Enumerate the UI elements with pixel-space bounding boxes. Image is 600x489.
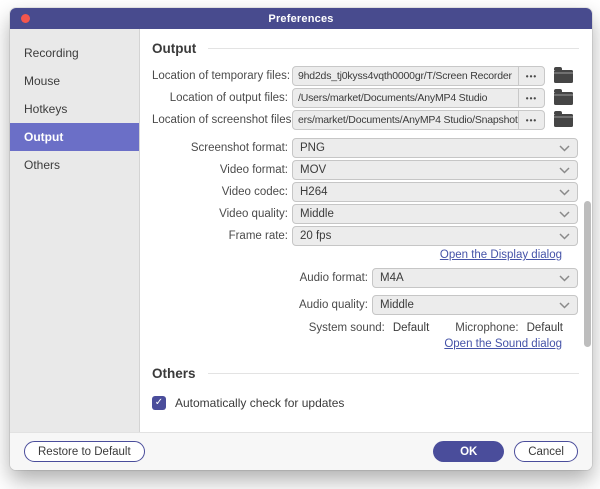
sidebar: Recording Mouse Hotkeys Output Others	[10, 29, 140, 432]
screenshot-files-label: Location of screenshot files:	[152, 114, 295, 126]
close-window-button[interactable]	[21, 14, 30, 23]
audio-quality-value: Middle	[380, 299, 414, 311]
temp-files-row: Location of temporary files: 9hd2ds_tj0k…	[152, 66, 579, 86]
screenshot-files-row: Location of screenshot files: ers/market…	[152, 110, 579, 130]
chevron-down-icon	[559, 144, 577, 152]
restore-to-default-button[interactable]: Restore to Default	[24, 441, 145, 462]
chevron-down-icon	[559, 166, 577, 174]
sidebar-item-hotkeys[interactable]: Hotkeys	[10, 95, 139, 123]
open-sound-dialog-link[interactable]: Open the Sound dialog	[444, 338, 562, 350]
video-format-value: MOV	[300, 164, 327, 176]
audio-format-select[interactable]: M4A	[372, 268, 578, 288]
chevron-down-icon	[559, 301, 577, 309]
cancel-button[interactable]: Cancel	[514, 441, 578, 462]
microphone-label: Microphone:	[455, 322, 519, 334]
dialog-footer: Restore to Default OK Cancel	[10, 432, 592, 470]
output-files-path-field[interactable]: /Users/market/Documents/AnyMP4 Studio ••…	[292, 88, 545, 108]
video-quality-label: Video quality:	[219, 208, 288, 220]
others-section-title: Others	[152, 366, 196, 381]
temp-files-folder-icon[interactable]	[554, 66, 573, 83]
temp-files-path-field[interactable]: 9hd2ds_tj0kyss4vqth0000gr/T/Screen Recor…	[292, 66, 545, 86]
video-quality-row: Video quality: Middle	[152, 204, 579, 224]
video-codec-label: Video codec:	[221, 186, 288, 198]
output-files-browse-button[interactable]: •••	[518, 89, 544, 107]
chevron-down-icon	[559, 188, 577, 196]
output-settings-panel: Output Location of temporary files: 9hd2…	[140, 29, 592, 432]
system-sound-label: System sound:	[308, 322, 385, 334]
screenshot-format-label: Screenshot format:	[190, 142, 288, 154]
audio-format-label: Audio format:	[299, 272, 368, 284]
output-files-folder-icon[interactable]	[554, 88, 573, 105]
chevron-down-icon	[559, 210, 577, 218]
output-section-header: Output	[152, 41, 579, 56]
video-codec-value: H264	[300, 186, 328, 198]
video-format-select[interactable]: MOV	[292, 160, 578, 180]
temp-files-path-value: 9hd2ds_tj0kyss4vqth0000gr/T/Screen Recor…	[298, 70, 512, 82]
output-section-title: Output	[152, 41, 197, 56]
frame-rate-label: Frame rate:	[228, 230, 288, 242]
preferences-window: Preferences Recording Mouse Hotkeys Outp…	[10, 8, 592, 470]
audio-quality-row: Audio quality: Middle	[152, 295, 579, 315]
temp-files-browse-button[interactable]: •••	[518, 67, 544, 85]
screenshot-format-row: Screenshot format: PNG	[152, 138, 579, 158]
frame-rate-row: Frame rate: 20 fps	[152, 226, 579, 246]
title-bar[interactable]: Preferences	[10, 8, 592, 29]
screenshot-format-select[interactable]: PNG	[292, 138, 578, 158]
section-divider	[208, 48, 579, 49]
sidebar-item-output[interactable]: Output	[10, 123, 139, 151]
video-quality-select[interactable]: Middle	[292, 204, 578, 224]
output-files-row: Location of output files: /Users/market/…	[152, 88, 579, 108]
audio-format-row: Audio format: M4A	[152, 268, 579, 288]
screenshot-files-path-field[interactable]: ers/market/Documents/AnyMP4 Studio/Snaps…	[292, 110, 545, 130]
screenshot-files-folder-icon[interactable]	[554, 110, 573, 127]
chevron-down-icon	[559, 232, 577, 240]
frame-rate-value: 20 fps	[300, 230, 332, 242]
temp-files-label: Location of temporary files:	[152, 70, 291, 82]
auto-update-checkbox[interactable]: ✓	[152, 396, 166, 410]
ok-button[interactable]: OK	[433, 441, 505, 462]
video-quality-value: Middle	[300, 208, 334, 220]
video-codec-row: Video codec: H264	[152, 182, 579, 202]
screenshot-files-path-value: ers/market/Documents/AnyMP4 Studio/Snaps…	[298, 114, 518, 126]
audio-format-value: M4A	[380, 272, 404, 284]
sound-status-row: System sound: Default Microphone: Defaul…	[152, 322, 579, 334]
frame-rate-select[interactable]: 20 fps	[292, 226, 578, 246]
chevron-down-icon	[559, 274, 577, 282]
audio-quality-select[interactable]: Middle	[372, 295, 578, 315]
audio-quality-label: Audio quality:	[298, 299, 368, 311]
microphone-value: Default	[526, 322, 563, 334]
open-display-dialog-link[interactable]: Open the Display dialog	[440, 249, 562, 261]
vertical-scrollbar[interactable]	[584, 201, 591, 347]
video-format-row: Video format: MOV	[152, 160, 579, 180]
video-format-label: Video format:	[219, 164, 288, 176]
auto-update-row: ✓ Automatically check for updates	[152, 396, 579, 410]
video-codec-select[interactable]: H264	[292, 182, 578, 202]
desktop-background: Preferences Recording Mouse Hotkeys Outp…	[0, 0, 600, 489]
auto-update-label: Automatically check for updates	[175, 396, 345, 410]
window-title: Preferences	[268, 12, 334, 25]
output-files-path-value: /Users/market/Documents/AnyMP4 Studio	[298, 92, 488, 104]
output-files-label: Location of output files:	[169, 92, 288, 104]
sidebar-item-others[interactable]: Others	[10, 151, 139, 179]
screenshot-format-value: PNG	[300, 142, 325, 154]
system-sound-value: Default	[392, 322, 430, 334]
others-section-header: Others	[152, 366, 579, 381]
sidebar-item-recording[interactable]: Recording	[10, 39, 139, 67]
screenshot-files-browse-button[interactable]: •••	[518, 111, 544, 129]
sidebar-item-mouse[interactable]: Mouse	[10, 67, 139, 95]
checkmark-icon: ✓	[154, 397, 164, 408]
section-divider	[207, 373, 579, 374]
